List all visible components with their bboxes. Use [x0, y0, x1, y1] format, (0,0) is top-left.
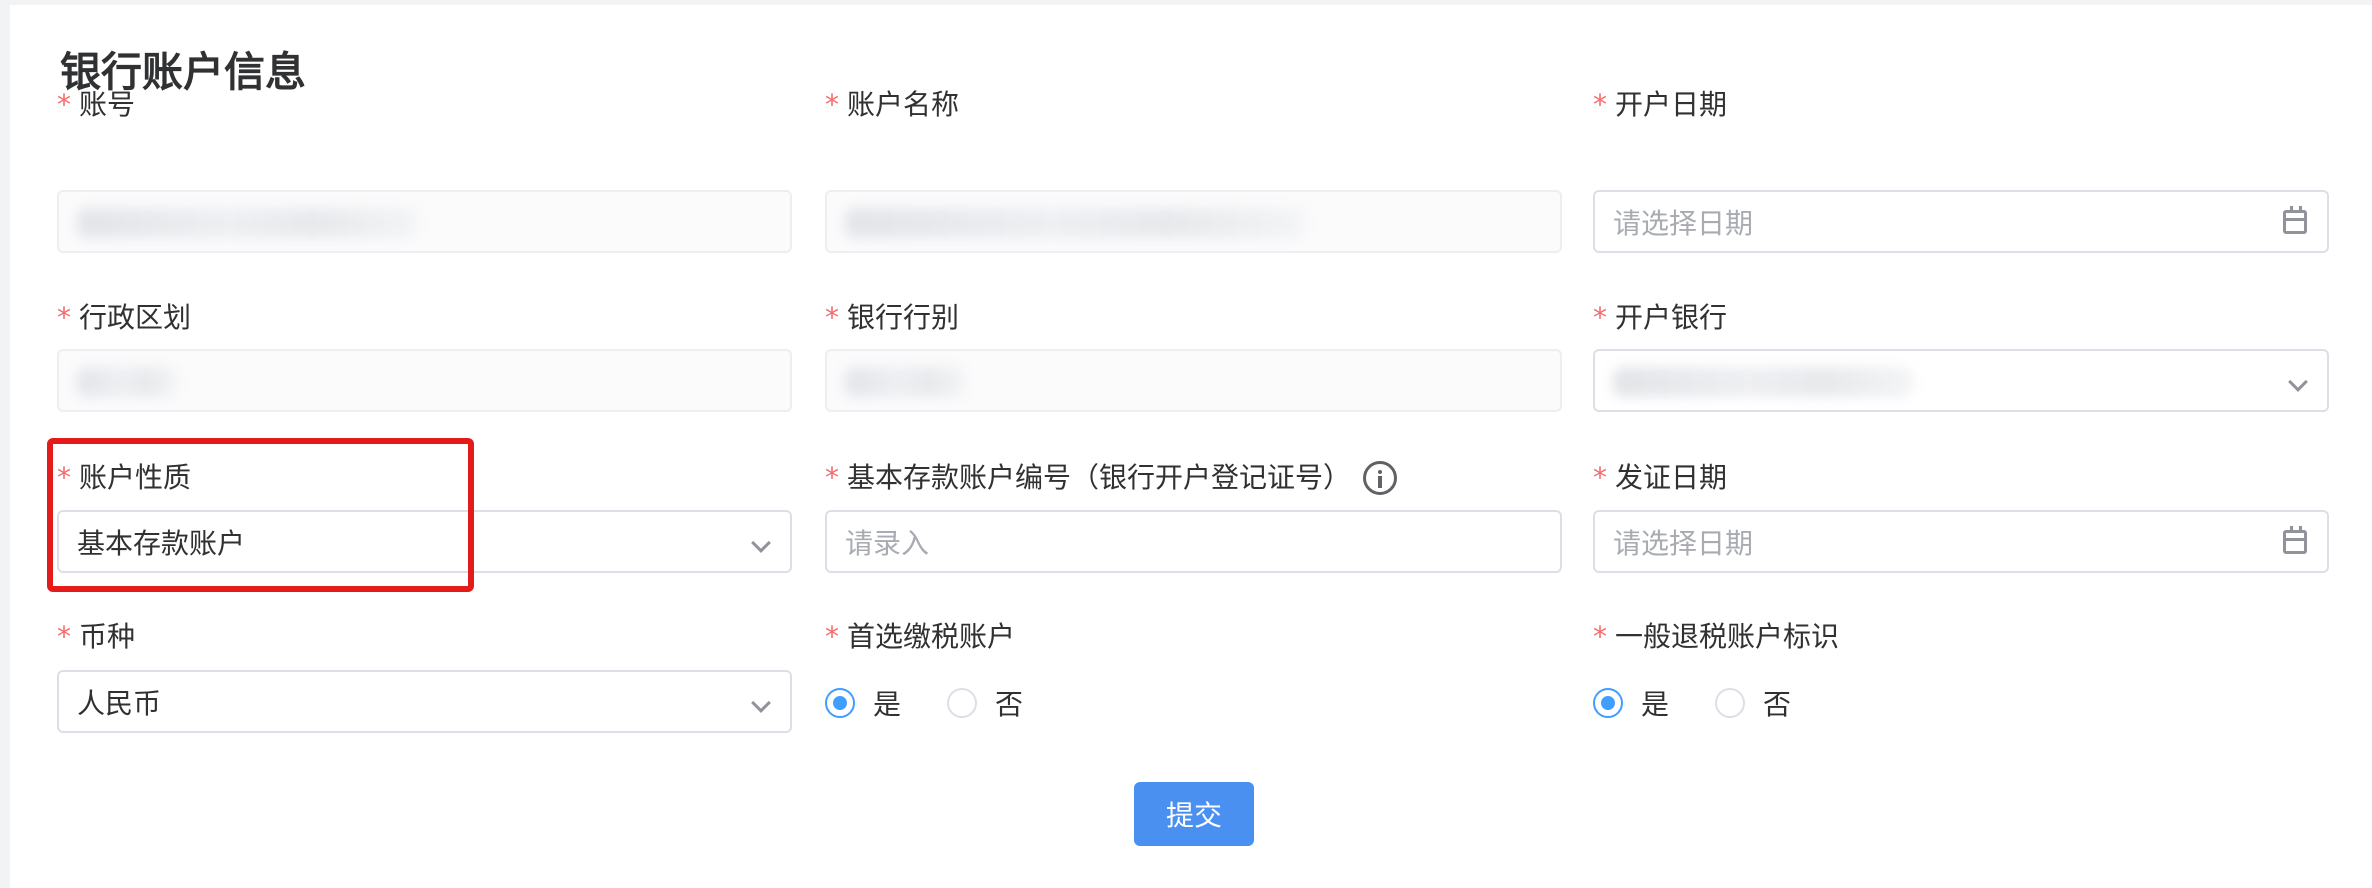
open-date-picker[interactable]: 请选择日期 [1593, 190, 2329, 253]
admin-region-label: * 行政区划 [57, 301, 192, 334]
blurred-value [845, 208, 1305, 238]
general-refund-flag-radio-group: 是 否 [1593, 683, 1837, 723]
radio-circle [1593, 688, 1623, 718]
calendar-icon [2283, 526, 2307, 554]
currency-label: * 币种 [57, 620, 136, 653]
open-bank-label: * 开户银行 [1593, 301, 1728, 334]
basic-account-no-input[interactable]: 请录入 [825, 510, 1562, 573]
account-name-label: * 账户名称 [825, 88, 960, 121]
account-nature-select[interactable]: 基本存款账户 [57, 510, 792, 573]
info-circle-icon[interactable] [1363, 461, 1398, 495]
radio-circle [1715, 688, 1746, 718]
submit-button[interactable]: 提交 [1134, 782, 1254, 846]
issue-date-label: * 发证日期 [1593, 461, 1728, 494]
basic-account-no-label: * 基本存款账户编号（银行开户登记证号） [825, 458, 1398, 498]
currency-select[interactable]: 人民币 [57, 670, 792, 733]
blurred-value [77, 367, 177, 397]
general-refund-flag-label: * 一般退税账户标识 [1593, 620, 1840, 653]
required-mark: * [57, 88, 71, 121]
radio-circle [947, 688, 978, 718]
bank-type-select[interactable] [825, 349, 1562, 412]
chevron-down-icon [2288, 372, 2308, 392]
account-nature-label: * 账户性质 [57, 461, 192, 494]
account-no-input[interactable] [57, 190, 792, 253]
calendar-icon [2283, 206, 2307, 234]
account-name-input[interactable] [825, 190, 1562, 253]
admin-region-select[interactable] [57, 349, 792, 412]
preferred-tax-account-radio-no[interactable]: 否 [947, 683, 1023, 723]
general-refund-flag-radio-no[interactable]: 否 [1715, 683, 1791, 723]
blurred-value [1613, 367, 1913, 397]
blurred-value [77, 208, 417, 238]
blurred-value [845, 367, 965, 397]
issue-date-picker[interactable]: 请选择日期 [1593, 510, 2329, 573]
bank-type-label: * 银行行别 [825, 301, 960, 334]
open-date-label: * 开户日期 [1593, 88, 1728, 121]
preferred-tax-account-label: * 首选缴税账户 [825, 620, 1016, 653]
chevron-down-icon [751, 533, 771, 553]
chevron-down-icon [751, 693, 771, 713]
radio-circle [825, 688, 855, 718]
preferred-tax-account-radio-yes[interactable]: 是 [825, 683, 901, 723]
general-refund-flag-radio-yes[interactable]: 是 [1593, 683, 1669, 723]
account-no-label: * 账号 [57, 85, 135, 125]
preferred-tax-account-radio-group: 是 否 [825, 683, 1069, 723]
bank-account-form-card [10, 5, 2372, 888]
open-bank-select[interactable] [1593, 349, 2329, 412]
